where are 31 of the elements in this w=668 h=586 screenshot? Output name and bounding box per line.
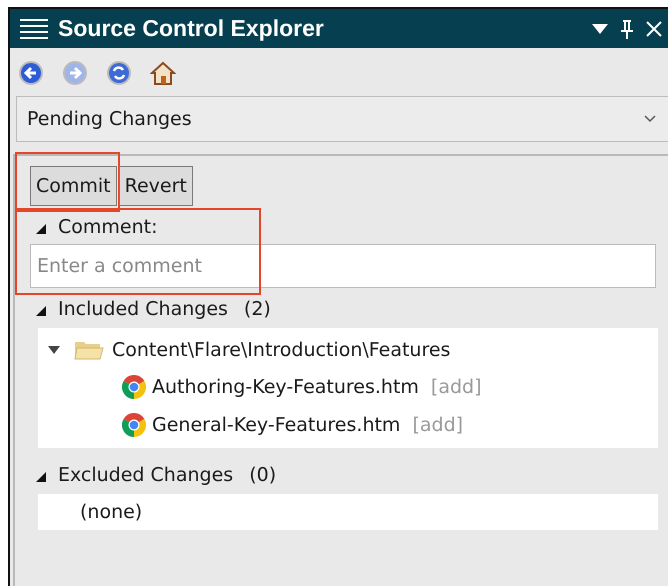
change-status: [add]: [412, 414, 464, 436]
close-icon[interactable]: [646, 20, 662, 36]
window-title: Source Control Explorer: [58, 15, 324, 42]
file-name[interactable]: General-Key-Features.htm: [152, 414, 400, 436]
browser-file-icon: [122, 413, 146, 437]
menu-icon[interactable]: [20, 18, 48, 40]
view-dropdown[interactable]: Pending Changes: [16, 96, 668, 142]
collapse-icon[interactable]: [36, 472, 46, 482]
pin-icon[interactable]: [620, 18, 634, 38]
collapse-icon[interactable]: [48, 346, 60, 354]
change-count: (2): [244, 298, 271, 320]
home-icon[interactable]: [150, 60, 176, 86]
chevron-down-icon: [644, 115, 656, 123]
browser-file-icon: [122, 375, 146, 399]
dropdown-arrow-icon[interactable]: [592, 24, 608, 34]
change-status: [add]: [430, 376, 482, 398]
section-label: Excluded Changes: [58, 464, 234, 486]
refresh-icon[interactable]: [106, 60, 132, 86]
revert-button[interactable]: Revert: [118, 166, 193, 206]
empty-list-text: (none): [79, 500, 144, 525]
back-icon[interactable]: [18, 60, 44, 86]
commit-button[interactable]: Commit: [30, 166, 117, 206]
change-count: (0): [249, 464, 276, 486]
folder-path[interactable]: Content\Flare\Introduction\Features: [112, 339, 450, 361]
file-name[interactable]: Authoring-Key-Features.htm: [152, 376, 419, 398]
collapse-icon[interactable]: [36, 306, 46, 316]
folder-icon: [74, 339, 104, 361]
comment-field[interactable]: Enter a comment: [30, 244, 656, 288]
collapse-icon[interactable]: [36, 224, 46, 234]
section-label: Included Changes: [58, 298, 228, 320]
section-label: Comment:: [58, 216, 158, 238]
